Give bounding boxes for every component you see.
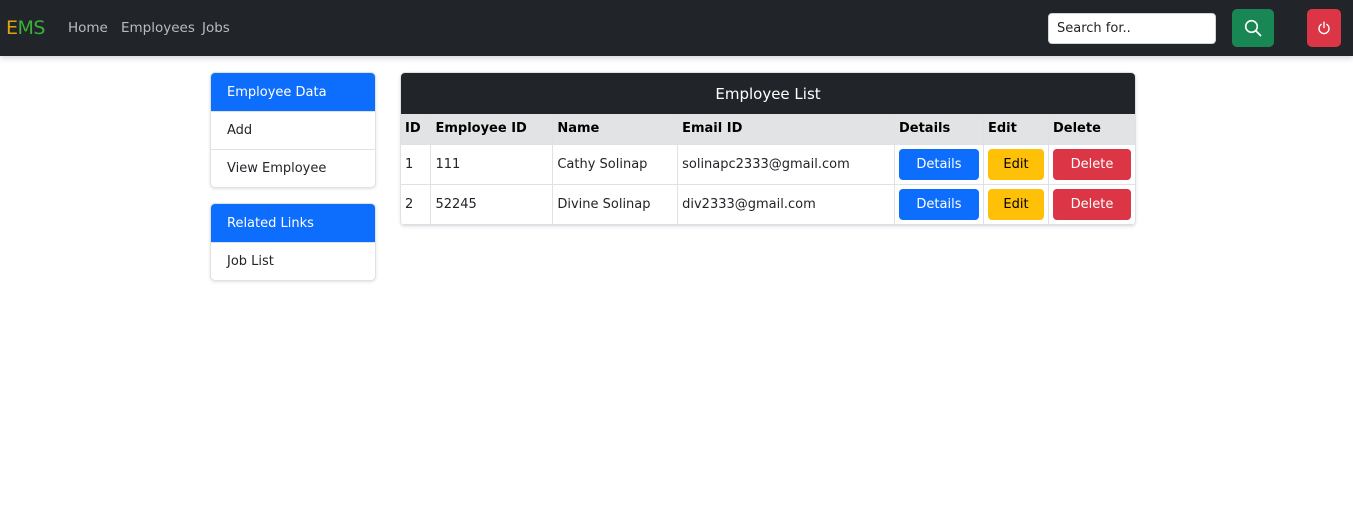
column-header-name: Name <box>552 114 679 145</box>
column-header-edit: Edit <box>983 114 1049 145</box>
edit-button[interactable]: Edit <box>987 188 1044 220</box>
sidebar-header-employee-data: Employee Data <box>211 73 375 111</box>
sidebar-item-view-employee[interactable]: View Employee <box>211 149 375 187</box>
employee-list-title: Employee List <box>401 73 1135 114</box>
cell-edit: Edit <box>983 184 1049 225</box>
search-input[interactable] <box>1048 13 1216 44</box>
cell-delete: Delete <box>1048 144 1135 185</box>
table-row: 1 111 Cathy Solinap solinapc2333@gmail.c… <box>401 144 1135 185</box>
employee-list-card: Employee List ID Employee ID Name Email … <box>400 72 1136 226</box>
delete-button[interactable]: Delete <box>1052 148 1131 180</box>
sidebar-header-related-links: Related Links <box>211 204 375 242</box>
cell-email: div2333@gmail.com <box>677 184 895 225</box>
details-button[interactable]: Details <box>898 148 979 180</box>
nav-link-employees[interactable]: Employees <box>121 20 195 36</box>
cell-delete: Delete <box>1048 184 1135 225</box>
cell-id: 1 <box>401 144 432 185</box>
nav-link-home[interactable]: Home <box>68 20 108 36</box>
cell-details: Details <box>894 184 984 225</box>
employee-table: ID Employee ID Name Email ID Details Edi… <box>401 114 1135 225</box>
sidebar-item-add[interactable]: Add <box>211 111 375 149</box>
brand-letter-e: E <box>6 17 18 39</box>
search-button[interactable] <box>1232 9 1274 47</box>
table-header-row: ID Employee ID Name Email ID Details Edi… <box>401 114 1135 145</box>
cell-employee-id: 111 <box>430 144 554 185</box>
edit-button[interactable]: Edit <box>987 148 1044 180</box>
logout-button[interactable] <box>1307 9 1341 47</box>
sidebar-employee-data: Employee Data Add View Employee <box>210 72 376 188</box>
table-row: 2 52245 Divine Solinap div2333@gmail.com… <box>401 184 1135 225</box>
sidebar-related-links: Related Links Job List <box>210 203 376 281</box>
column-header-delete: Delete <box>1048 114 1135 145</box>
power-icon <box>1318 21 1330 35</box>
search-icon <box>1244 19 1262 37</box>
cell-employee-id: 52245 <box>430 184 554 225</box>
cell-name: Cathy Solinap <box>552 144 679 185</box>
brand-logo[interactable]: EMS <box>6 17 45 39</box>
column-header-employee-id: Employee ID <box>430 114 554 145</box>
delete-button[interactable]: Delete <box>1052 188 1131 220</box>
column-header-id: ID <box>401 114 432 145</box>
cell-details: Details <box>894 144 984 185</box>
nav-link-jobs[interactable]: Jobs <box>202 20 230 36</box>
sidebar-item-job-list[interactable]: Job List <box>211 242 375 280</box>
column-header-details: Details <box>894 114 984 145</box>
brand-letters-ms: MS <box>17 17 46 39</box>
column-header-email: Email ID <box>677 114 895 145</box>
top-navbar: EMS Home Employees Jobs <box>0 0 1353 56</box>
cell-name: Divine Solinap <box>552 184 679 225</box>
cell-email: solinapc2333@gmail.com <box>677 144 895 185</box>
cell-id: 2 <box>401 184 432 225</box>
details-button[interactable]: Details <box>898 188 979 220</box>
cell-edit: Edit <box>983 144 1049 185</box>
